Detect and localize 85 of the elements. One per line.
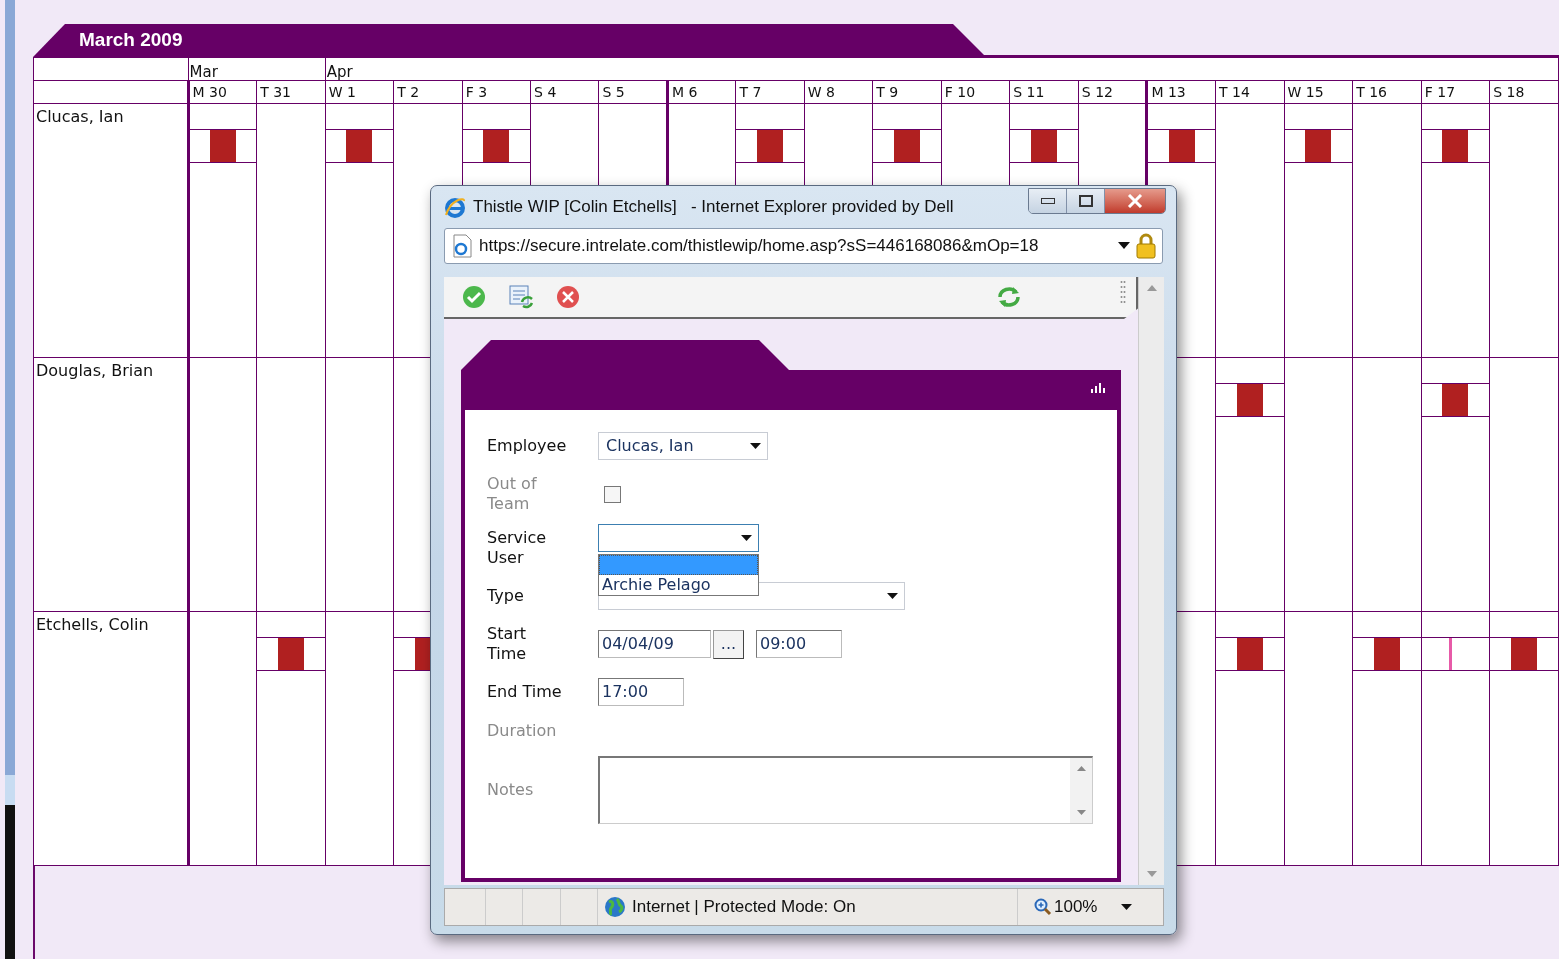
month-label: Mar	[189, 63, 218, 81]
scrollbar[interactable]	[1070, 758, 1092, 823]
day-header: M 30	[188, 80, 257, 104]
event-marker[interactable]	[1442, 384, 1469, 416]
input-field[interactable]: 04/04/09	[598, 630, 711, 658]
input-field[interactable]: 09:00	[756, 630, 842, 658]
day-header: F 10	[941, 80, 1010, 104]
event-marker[interactable]	[346, 130, 373, 162]
field-label: End Time	[487, 682, 563, 702]
scroll-down-icon[interactable]	[1076, 810, 1086, 815]
event-marker[interactable]	[483, 130, 510, 162]
select-field[interactable]	[598, 524, 759, 552]
day-header: F 17	[1421, 80, 1490, 104]
event-marker[interactable]	[1305, 130, 1332, 162]
event-marker[interactable]	[1236, 384, 1263, 416]
minimize-button[interactable]	[1029, 189, 1067, 213]
event-marker[interactable]	[1511, 638, 1538, 670]
close-icon	[1127, 194, 1143, 208]
day-header: S 11	[1009, 80, 1079, 104]
event-marker[interactable]	[1442, 130, 1469, 162]
notes-field[interactable]	[598, 756, 1093, 824]
window-title: Thistle WIP [Colin Etchells] - Internet Explorer provided by Dell	[473, 196, 954, 219]
event-marker[interactable]	[757, 130, 784, 162]
month-label: Apr	[326, 63, 353, 81]
day-header: W 15	[1284, 80, 1353, 104]
day-header: T 9	[872, 80, 942, 104]
input-field[interactable]: 17:00	[598, 678, 684, 706]
employee-name: Clucas, Ian	[36, 107, 124, 126]
zoom-icon[interactable]	[1034, 898, 1052, 916]
refresh-page-icon[interactable]	[508, 284, 534, 310]
field-label: Type	[487, 586, 525, 606]
date-picker-button[interactable]: ...	[713, 629, 744, 659]
day-header: S 18	[1489, 80, 1559, 104]
dropdown-caret-icon[interactable]	[1118, 242, 1130, 250]
day-header: T 2	[393, 80, 463, 104]
refresh-icon[interactable]	[996, 285, 1022, 309]
dropdown-option[interactable]	[599, 555, 758, 575]
event-marker[interactable]	[277, 638, 304, 670]
dropdown-option[interactable]: Archie Pelago	[599, 575, 758, 595]
calendar-title: March 2009	[79, 28, 183, 53]
field-label: Service User	[487, 528, 548, 568]
event-marker[interactable]	[894, 130, 920, 162]
day-header: F 3	[462, 80, 531, 104]
day-header: M 6	[667, 80, 736, 104]
maximize-icon	[1078, 195, 1093, 207]
field-label: Out of Team	[487, 474, 538, 514]
event-marker[interactable]	[1168, 130, 1195, 162]
event-marker[interactable]	[1236, 638, 1263, 670]
dropdown-caret-icon	[887, 593, 898, 599]
globe-icon	[604, 896, 626, 918]
signal-bars-icon	[1091, 383, 1105, 393]
day-header: W 8	[804, 80, 873, 104]
close-button[interactable]	[1105, 189, 1165, 213]
employee-name: Douglas, Brian	[36, 361, 154, 380]
field-label: Start Time	[487, 624, 528, 664]
padlock-icon[interactable]	[1136, 233, 1156, 259]
dropdown-caret-icon[interactable]	[1121, 903, 1133, 911]
event-marker[interactable]	[209, 130, 236, 162]
field-label: Employee	[487, 436, 567, 456]
status-text: Internet | Protected Mode: On	[632, 896, 857, 919]
event-marker[interactable]	[1373, 638, 1400, 670]
browser-logo-icon	[443, 195, 467, 219]
select-field[interactable]: Clucas, Ian	[598, 432, 768, 460]
dropdown-caret-icon	[741, 535, 752, 541]
day-header: T 14	[1215, 80, 1285, 104]
day-header: W 1	[325, 80, 394, 104]
day-header: T 16	[1352, 80, 1422, 104]
page-icon	[451, 234, 473, 258]
employee-name: Etchells, Colin	[36, 615, 149, 634]
scroll-up-icon[interactable]	[1076, 766, 1086, 771]
day-header: M 13	[1146, 80, 1216, 104]
grip-icon	[1120, 280, 1126, 306]
day-header: S 4	[530, 80, 599, 104]
dropdown-caret-icon	[750, 443, 761, 449]
field-label: Notes	[487, 780, 535, 800]
field-label: Duration	[487, 721, 558, 741]
minimize-icon	[1040, 198, 1055, 204]
day-header: T 31	[256, 80, 326, 104]
day-header: T 7	[735, 80, 805, 104]
zoom-level[interactable]: 100%	[1054, 894, 1098, 920]
check-icon[interactable]	[462, 285, 486, 309]
event-marker[interactable]	[1031, 130, 1058, 162]
cancel-icon[interactable]	[556, 285, 580, 309]
event-marker[interactable]	[1449, 638, 1452, 670]
maximize-button[interactable]	[1067, 189, 1105, 213]
